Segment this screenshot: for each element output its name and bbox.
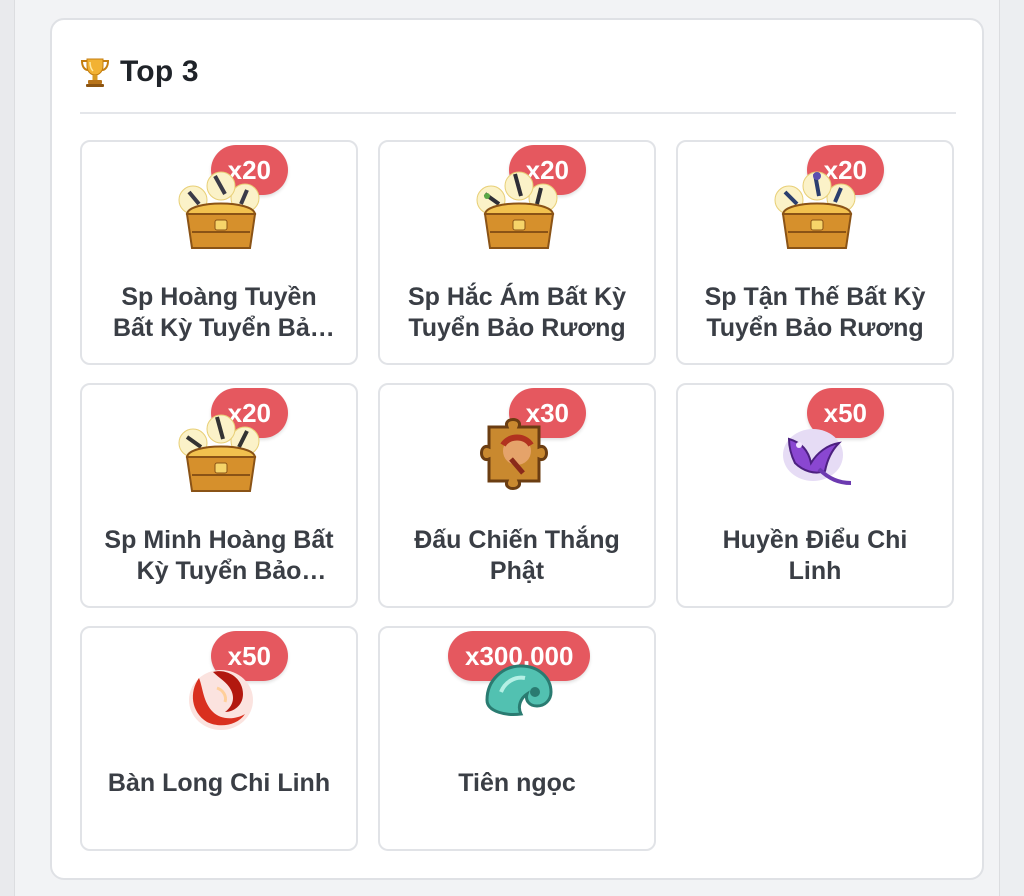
reward-card[interactable]: x50 Bàn Long Chi Linh <box>80 626 358 851</box>
top3-rewards-panel: Top 3 x20 Sp Hoàng Tuyền Bất Kỳ Tuyển Bả… <box>50 18 984 880</box>
item-name: Sp Tận Thế Bất Kỳ Tuyển Bảo Rương <box>704 283 926 342</box>
reward-card[interactable]: x300,000 Tiên ngọc <box>378 626 656 851</box>
scrollbar-track[interactable] <box>999 0 1024 896</box>
item-name: Bàn Long Chi Linh <box>107 769 331 797</box>
puzzle-piece-icon <box>480 418 548 490</box>
item-name: Sp Hoàng Tuyền Bất Kỳ Tuyển Bảo Rương <box>112 283 326 342</box>
left-page-edge <box>0 0 15 896</box>
red-dragon-spirit-icon <box>189 670 253 730</box>
section-header: Top 3 <box>80 52 199 92</box>
treasure-chest-icon <box>178 414 260 492</box>
section-title: Top 3 <box>120 55 199 88</box>
reward-card[interactable]: x20 Sp Tận Thế Bất Kỳ Tuyển Bảo Rương <box>676 140 954 365</box>
reward-card[interactable]: x30 Đấu Chiến Thắng Phật <box>378 383 656 608</box>
reward-card[interactable]: x50 Huyền Điểu Chi Linh <box>676 383 954 608</box>
trophy-icon <box>80 58 110 87</box>
reward-card[interactable]: x20 Sp Hắc Ám Bất Kỳ Tuyển Bảo Rương <box>378 140 656 365</box>
treasure-chest-icon <box>178 171 260 249</box>
item-name: Huyền Điểu Chi Linh <box>722 526 908 585</box>
item-name: Tiên ngọc <box>458 769 576 797</box>
item-name: Đấu Chiến Thắng Phật <box>414 526 620 585</box>
item-name: Sp Minh Hoàng Bất Kỳ Tuyển Bảo Rương <box>104 526 334 585</box>
reward-card[interactable]: x20 Sp Hoàng Tuyền Bất Kỳ Tuyển Bảo Rươn… <box>80 140 358 365</box>
treasure-chest-icon <box>774 171 856 249</box>
jade-gem-icon <box>485 664 553 716</box>
treasure-chest-icon <box>476 171 558 249</box>
header-divider <box>80 112 956 114</box>
item-name: Sp Hắc Ám Bất Kỳ Tuyển Bảo Rương <box>407 283 627 342</box>
reward-card[interactable]: x20 Sp Minh Hoàng Bất Kỳ Tuyển Bảo Rương <box>80 383 358 608</box>
purple-bird-spirit-icon <box>783 429 852 485</box>
